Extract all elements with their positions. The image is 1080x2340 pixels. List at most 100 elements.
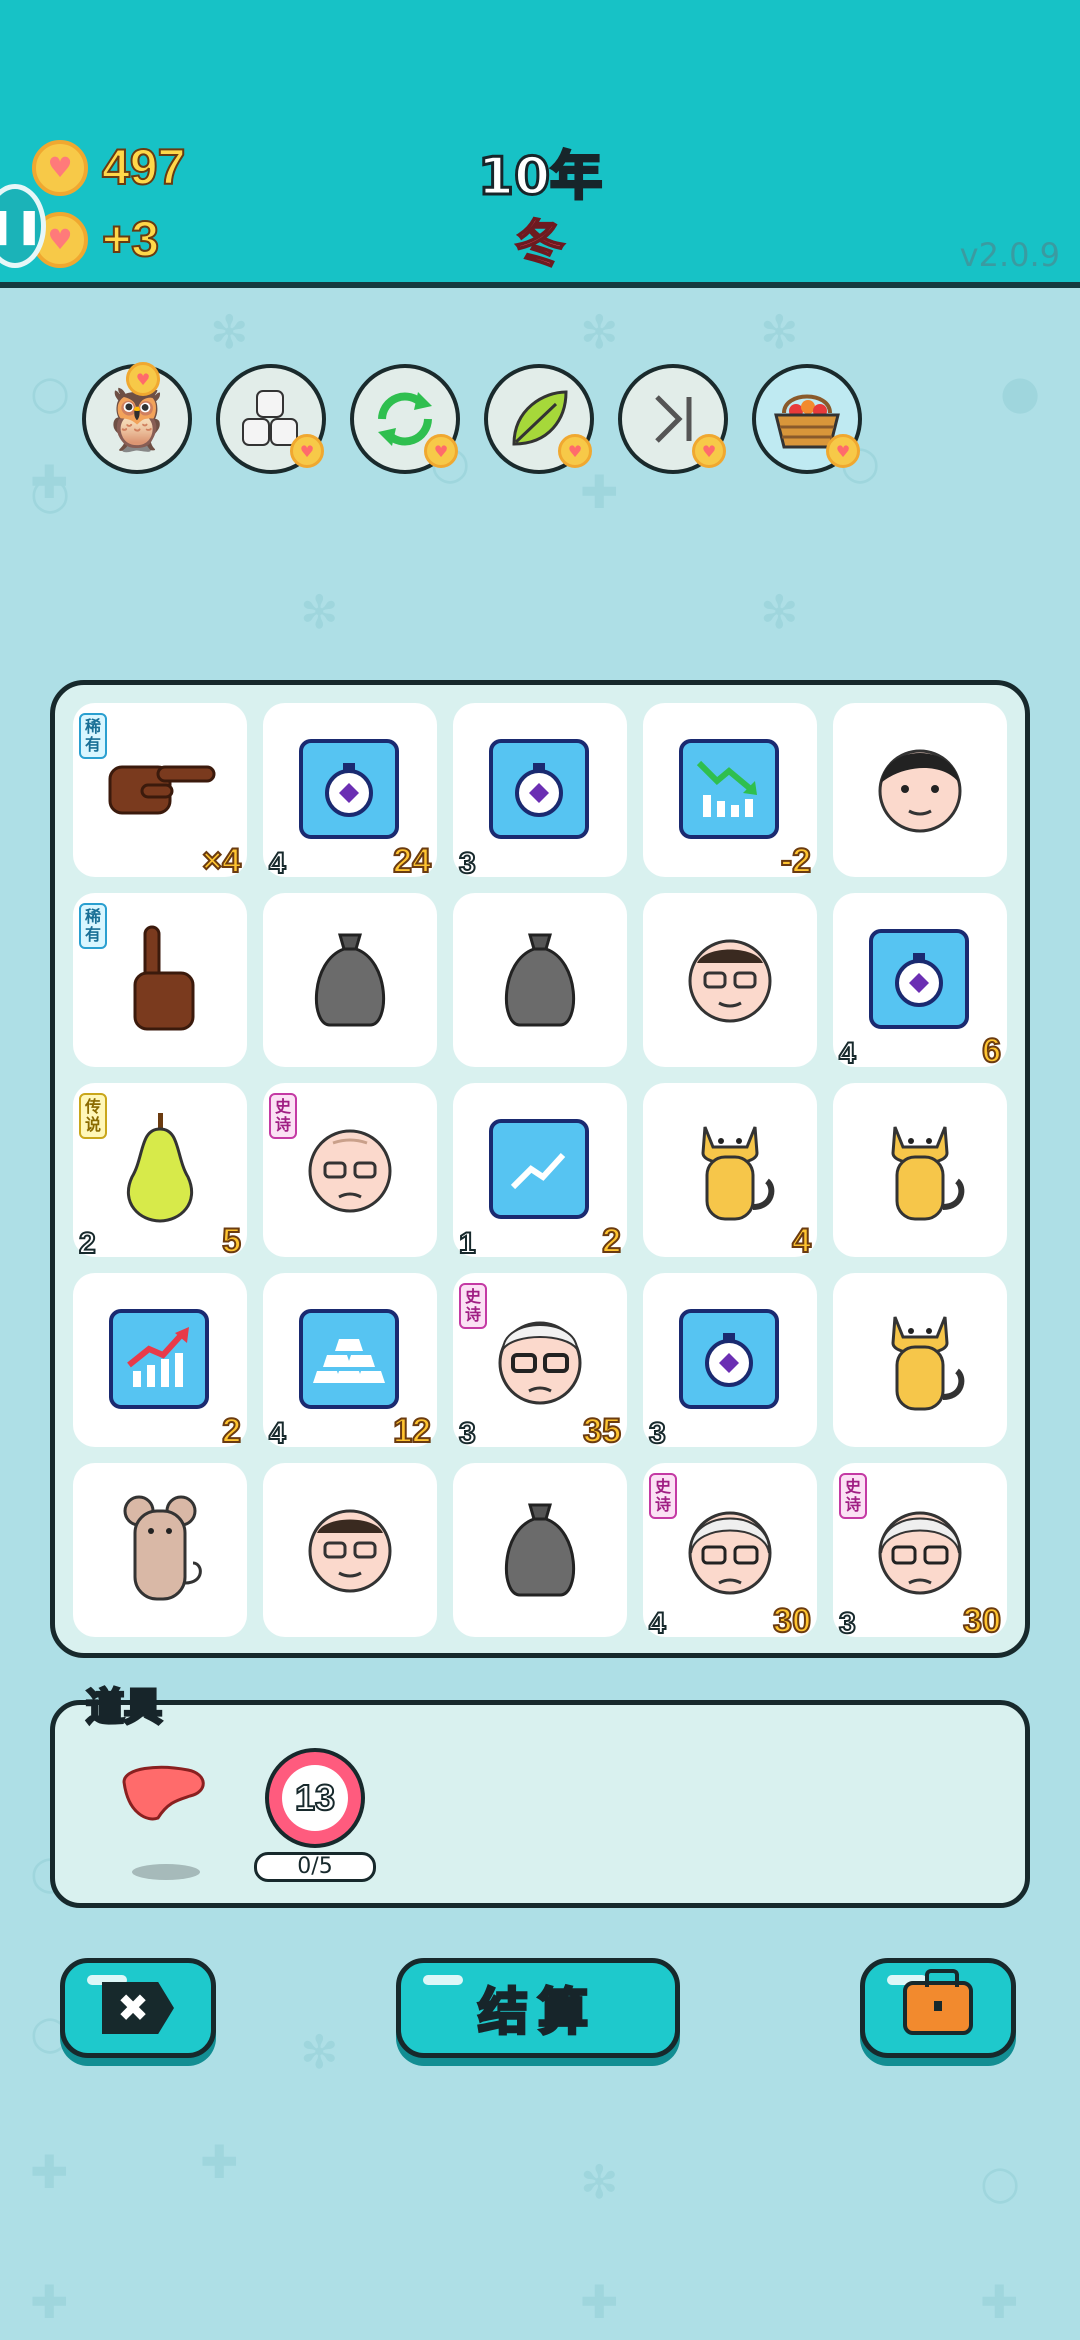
- tool-refresh[interactable]: ♥: [350, 364, 460, 474]
- cell-count: 4: [838, 1036, 857, 1071]
- liver-icon[interactable]: [118, 1762, 210, 1826]
- board-cell[interactable]: 4 24: [263, 703, 437, 881]
- stopwatch-boost-icon: [299, 739, 399, 839]
- board-cell[interactable]: [263, 1463, 437, 1637]
- board-cell[interactable]: [833, 1273, 1007, 1447]
- board-cell[interactable]: 史诗 3 35: [453, 1273, 627, 1451]
- board-cell[interactable]: [453, 893, 627, 1067]
- tool-leaf[interactable]: ♥: [484, 364, 594, 474]
- settle-label: 结算: [477, 1982, 598, 2043]
- stopwatch-boost-icon: [869, 929, 969, 1029]
- board-cell[interactable]: 传说 2 5: [73, 1083, 247, 1261]
- cell-count: 3: [838, 1606, 857, 1641]
- coin-mini-icon: ♥: [558, 434, 592, 468]
- version-label: v2.0.9: [959, 236, 1060, 274]
- button-shine: [423, 1975, 463, 1985]
- rarity-badge: 稀有: [79, 713, 107, 759]
- inventory-button[interactable]: [860, 1958, 1016, 2058]
- old-man-glasses-face-icon: [263, 1483, 437, 1630]
- cell-value: 24: [392, 841, 432, 881]
- old-man-glasses-face-icon: [643, 913, 817, 1060]
- tool-owl[interactable]: 🦉 ♥: [82, 362, 192, 474]
- rarity-badge: 史诗: [839, 1473, 867, 1519]
- gold-bars-boost-icon: [299, 1309, 399, 1409]
- cell-count: 4: [268, 846, 287, 881]
- cell-value: ×4: [201, 841, 242, 881]
- board-cell[interactable]: [73, 1463, 247, 1637]
- coin-mini-icon: ♥: [290, 434, 324, 468]
- cell-count: 4: [268, 1416, 287, 1451]
- board-cell[interactable]: 4 6: [833, 893, 1007, 1071]
- year-label: 10年: [476, 146, 603, 209]
- rarity-badge: 史诗: [649, 1473, 677, 1519]
- board-cell[interactable]: 4: [643, 1083, 817, 1261]
- board-cell[interactable]: 2: [73, 1273, 247, 1451]
- board-cell[interactable]: 3: [643, 1273, 817, 1451]
- top-bar: ♥ 497 ♥ +3 ❚❚ 10年 冬 v2.0.9: [0, 0, 1080, 282]
- garbage-bag-icon: [453, 913, 627, 1062]
- season-label: 冬: [514, 214, 566, 274]
- cell-value: 30: [962, 1601, 1002, 1641]
- board-cell[interactable]: 史诗 3 30: [833, 1463, 1007, 1641]
- board-cell[interactable]: 稀有 ×4: [73, 703, 247, 881]
- tool-blocks[interactable]: ♥: [216, 364, 326, 474]
- settle-button[interactable]: 结算: [396, 1958, 680, 2058]
- rarity-badge: 史诗: [269, 1093, 297, 1139]
- board-cell[interactable]: 稀有: [73, 893, 247, 1067]
- target-count: 13: [282, 1765, 348, 1831]
- cell-count: 1: [458, 1226, 477, 1261]
- cell-count: 4: [648, 1606, 667, 1641]
- items-title: 道具: [84, 1684, 163, 1731]
- rarity-badge: 传说: [79, 1093, 107, 1139]
- cell-value: 5: [221, 1221, 242, 1261]
- chart-down-boost-icon: [679, 739, 779, 839]
- coin-mini-icon: ♥: [826, 434, 860, 468]
- board-cell[interactable]: 1 2: [453, 1083, 627, 1261]
- mouse-icon: [73, 1483, 247, 1634]
- skip-icon: [655, 395, 692, 443]
- coin-mini-icon: ♥: [424, 434, 458, 468]
- bar-chart-up-boost-icon: [109, 1309, 209, 1409]
- cell-value: 2: [601, 1221, 622, 1261]
- board-cell[interactable]: [833, 1083, 1007, 1257]
- board-cell[interactable]: [263, 893, 437, 1067]
- rarity-badge: 稀有: [79, 903, 107, 949]
- board-cell[interactable]: 3: [453, 703, 627, 881]
- young-man-face-icon: [833, 723, 1007, 870]
- cell-count: 2: [78, 1226, 97, 1261]
- stopwatch-boost-icon: [679, 1309, 779, 1409]
- remove-button[interactable]: ✖: [60, 1958, 216, 2058]
- cell-value: 6: [981, 1031, 1002, 1071]
- cell-value: 30: [772, 1601, 812, 1641]
- cell-count: 3: [458, 846, 477, 881]
- board-cell[interactable]: 4 12: [263, 1273, 437, 1451]
- stopwatch-boost-icon: [489, 739, 589, 839]
- board-cell[interactable]: -2: [643, 703, 817, 881]
- symbol-board: 稀有 ×4 4 24 3 -2 稀有 4 6 传说 2 5 史诗 1 2 4 2…: [50, 680, 1030, 1658]
- cell-value: 2: [221, 1411, 242, 1451]
- coin-mini-icon: ♥: [692, 434, 726, 468]
- header-divider: [0, 282, 1080, 288]
- chart-up-boost-icon: [489, 1119, 589, 1219]
- cell-value: 35: [582, 1411, 622, 1451]
- garbage-bag-icon: [263, 913, 437, 1062]
- board-cell[interactable]: [833, 703, 1007, 877]
- target-progress: 0/5: [254, 1852, 376, 1882]
- rarity-badge: 史诗: [459, 1283, 487, 1329]
- tool-skip[interactable]: ♥: [618, 364, 728, 474]
- target-icon[interactable]: 13: [265, 1748, 365, 1848]
- briefcase-icon: [903, 1969, 973, 2035]
- coin-mini-icon: ♥: [126, 362, 160, 396]
- board-cell[interactable]: [643, 893, 817, 1067]
- board-cell[interactable]: 史诗: [263, 1083, 437, 1257]
- orange-cat-icon: [643, 1103, 817, 1254]
- orange-cat-icon: [833, 1293, 1007, 1444]
- cell-count: 3: [648, 1416, 667, 1451]
- close-tag-icon: ✖: [102, 1982, 174, 2034]
- cell-count: 3: [458, 1416, 477, 1451]
- cell-value: -2: [780, 841, 812, 881]
- board-cell[interactable]: 史诗 4 30: [643, 1463, 817, 1641]
- item-shadow: [132, 1864, 200, 1880]
- tool-basket[interactable]: ♥: [752, 364, 862, 474]
- board-cell[interactable]: [453, 1463, 627, 1637]
